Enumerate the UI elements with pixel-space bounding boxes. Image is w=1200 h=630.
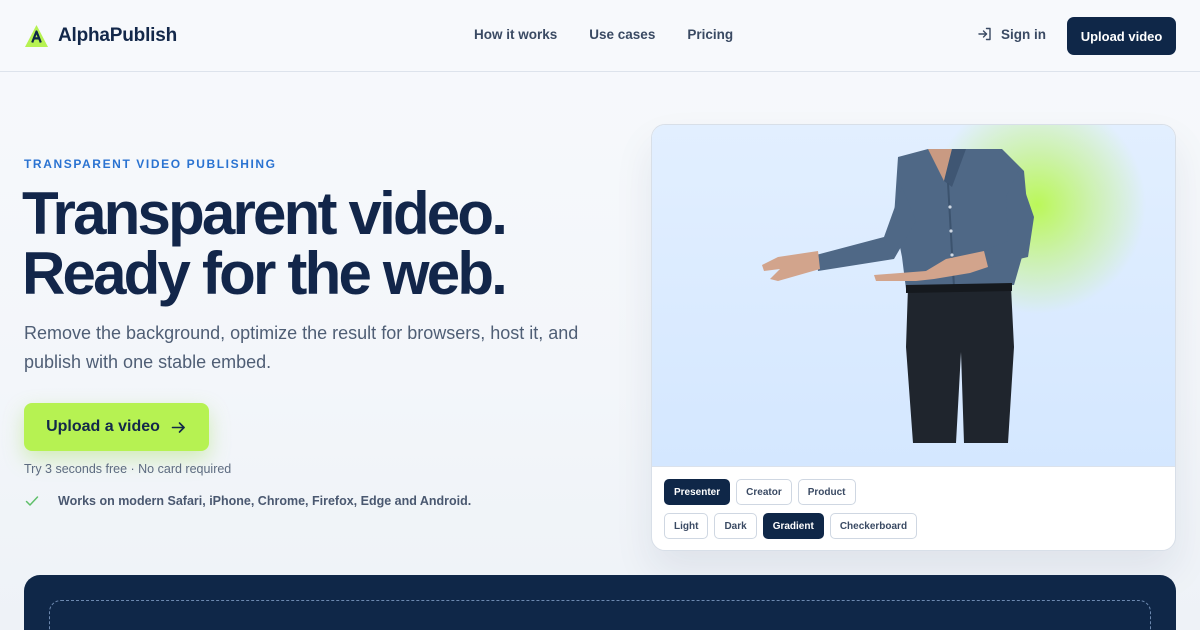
upload-dropzone[interactable] [49, 600, 1151, 630]
nav-use-cases[interactable]: Use cases [589, 27, 655, 42]
background-chip-light[interactable]: Light [664, 513, 709, 539]
background-options: Light Dark Gradient Checkerboard [664, 513, 918, 539]
headline-line-2: Ready for the web. [22, 240, 508, 307]
subject-chip-creator[interactable]: Creator [736, 479, 792, 505]
upload-video-button[interactable]: Upload video [1067, 17, 1176, 55]
hero-headline: Transparent video. Ready for the web. [22, 184, 622, 304]
background-chip-dark[interactable]: Dark [714, 513, 757, 539]
logo-a-icon [25, 25, 48, 47]
nav-how-it-works[interactable]: How it works [474, 27, 557, 42]
upload-a-video-button[interactable]: Upload a video [24, 403, 209, 451]
logo[interactable]: AlphaPublish [24, 24, 177, 48]
hero-subtitle: Remove the background, optimize the resu… [24, 323, 579, 372]
sign-in-label: Sign in [1001, 26, 1046, 42]
cta-label: Upload a video [46, 418, 160, 435]
check-icon [25, 496, 39, 506]
video-preview-stage [652, 125, 1175, 467]
presenter-video-figure [762, 149, 1034, 443]
subject-chip-product[interactable]: Product [797, 479, 856, 505]
sign-in-link[interactable]: Sign in [977, 26, 1046, 42]
nav-pricing[interactable]: Pricing [687, 27, 733, 42]
background-chip-gradient[interactable]: Gradient [762, 513, 824, 539]
background-chip-checkerboard[interactable]: Checkerboard [829, 513, 918, 539]
subject-options: Presenter Creator Product [664, 479, 856, 505]
site-header: AlphaPublish How it works Use cases Pric… [0, 0, 1200, 72]
hero-eyebrow: TRANSPARENT VIDEO PUBLISHING [24, 157, 277, 171]
main-nav: How it works Use cases Pricing [474, 27, 733, 42]
compatibility-text: Works on modern Safari, iPhone, Chrome, … [58, 494, 472, 508]
compatibility-note: Works on modern Safari, iPhone, Chrome, … [24, 493, 471, 509]
brand-name: AlphaPublish [58, 25, 177, 46]
trial-note: Try 3 seconds free · No card required [24, 462, 232, 476]
sign-in-icon [978, 27, 991, 41]
preview-card: Presenter Creator Product Light Dark Gra… [651, 124, 1176, 551]
subject-chip-presenter[interactable]: Presenter [664, 479, 731, 505]
upload-panel [24, 575, 1176, 630]
headline-line-1: Transparent video. [22, 180, 508, 247]
arrow-right-icon [171, 421, 185, 433]
